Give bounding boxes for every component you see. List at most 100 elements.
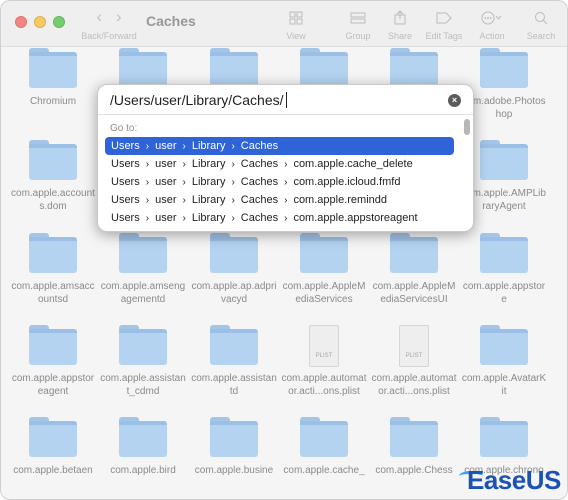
path-input[interactable] (110, 90, 440, 110)
action-label: Action (479, 31, 505, 41)
path-separator-icon: › (182, 159, 186, 170)
path-separator-icon: › (182, 141, 186, 152)
suggestion-item[interactable]: Users › user › Library › Caches › com.apple.apps… (105, 209, 454, 227)
suggestion-item[interactable]: Users › user › Library › Caches (105, 137, 454, 155)
toolbar: ‹ › Back/Forward Caches View Group Share (1, 1, 567, 47)
back-forward-label: Back/Forward (81, 31, 137, 41)
file-item[interactable]: com.apple.accounts.dom (10, 140, 96, 213)
scroll-thumb[interactable] (464, 119, 470, 135)
file-name: com.apple.appstoreagent (11, 373, 95, 397)
path-segment: Caches (240, 140, 279, 152)
file-item[interactable]: com.apple.amsengagementd (100, 233, 186, 306)
suggestion-item[interactable]: Users › user › Library › Caches › com.apple.cach… (105, 155, 454, 173)
path-separator-icon: › (182, 177, 186, 188)
file-item[interactable]: com.apple.AvatarKit (461, 325, 547, 398)
file-item[interactable]: Chromium (10, 48, 96, 108)
group-icon (343, 7, 373, 27)
suggestion-item[interactable]: Users › user › Library › Caches › com.apple.iclo… (105, 173, 454, 191)
folder-icon (390, 417, 438, 459)
path-segment: Library (191, 212, 226, 224)
folder-icon (29, 417, 77, 459)
edit-tags-button[interactable]: Edit Tags (423, 7, 465, 41)
path-segment: Users (111, 158, 140, 170)
path-separator-icon: › (284, 195, 288, 206)
share-label: Share (387, 31, 413, 41)
more-options-icon (475, 7, 509, 27)
folder-icon (300, 233, 348, 275)
path-separator-icon: › (231, 195, 235, 206)
share-button[interactable]: Share (385, 7, 415, 41)
file-item[interactable]: com.apple.betaen (10, 417, 96, 477)
path-separator-icon: › (182, 195, 186, 206)
folder-icon (210, 233, 258, 275)
clear-path-button[interactable]: × (448, 94, 461, 107)
path-segment: user (155, 176, 177, 188)
path-segment: Users (111, 140, 140, 152)
window-title: Caches (146, 13, 196, 29)
group-label: Group (345, 31, 371, 41)
folder-icon (210, 417, 258, 459)
file-item[interactable]: com.apple.assistantd (191, 325, 277, 398)
file-name: com.apple.assistantd (191, 373, 277, 397)
file-name: com.apple.Chess (375, 465, 453, 476)
file-item[interactable]: PLIST com.apple.automator.acti...ons.plis… (371, 325, 457, 398)
action-button[interactable]: Action (475, 7, 509, 41)
file-name: com.apple.betaen (13, 465, 93, 476)
file-item[interactable]: com.apple.Chess (371, 417, 457, 477)
file-name: com.apple.AppleMediaServices (282, 281, 366, 305)
folder-icon (480, 233, 528, 275)
path-segment: Library (191, 194, 226, 206)
file-item[interactable]: com.apple.appstore (461, 233, 547, 306)
file-name: com.apple.appstore (462, 281, 546, 305)
path-segment: Users (111, 212, 140, 224)
path-separator-icon: › (145, 195, 150, 206)
path-segment: Caches (240, 176, 279, 188)
suggestion-scrollbar[interactable] (464, 117, 470, 229)
search-button[interactable]: Search (523, 7, 559, 41)
file-item[interactable]: com.apple.busine (191, 417, 277, 477)
folder-icon (119, 325, 167, 367)
view-button[interactable]: View (282, 7, 310, 41)
path-separator-icon: › (145, 177, 150, 188)
file-name: com.apple.assistant_cdmd (100, 373, 186, 397)
file-name: com.apple.bird (110, 465, 176, 476)
zoom-window-button[interactable] (53, 16, 65, 28)
close-window-button[interactable] (15, 16, 27, 28)
file-item[interactable]: com.apple.bird (100, 417, 186, 477)
forward-arrow-icon[interactable]: › (116, 7, 122, 27)
file-name: com.apple.automator.acti...ons.plist (371, 373, 457, 397)
path-segment: Caches (240, 194, 279, 206)
path-segment: Users (111, 176, 140, 188)
file-item[interactable]: PLIST com.apple.automator.acti...ons.plis… (281, 325, 367, 398)
group-button[interactable]: Group (343, 7, 373, 41)
folder-icon (29, 325, 77, 367)
file-item[interactable]: com.apple.AppleMediaServices (281, 233, 367, 306)
path-segment: user (155, 194, 177, 206)
path-segment: Caches (240, 212, 279, 224)
file-item[interactable]: com.apple.appstoreagent (10, 325, 96, 398)
file-name: com.apple.busine (194, 465, 274, 476)
minimize-window-button[interactable] (34, 16, 46, 28)
file-item[interactable]: com.apple.amsaccountsd (10, 233, 96, 306)
back-arrow-icon[interactable]: ‹ (96, 7, 102, 27)
suggestion-item[interactable]: Users › user › Library › Caches › com.apple.remi… (105, 191, 454, 209)
back-forward-control: ‹ › Back/Forward (77, 7, 141, 41)
file-item[interactable]: com.apple.ap.adprivacyd (191, 233, 277, 306)
file-name: com.apple.AppleMediaServicesUI (372, 281, 456, 305)
file-name: com.apple.automator.acti...ons.plist (281, 373, 367, 397)
go-to-folder-panel: × Go to: Users › user › Library › Caches Users ›… (97, 84, 474, 232)
plist-badge: PLIST (315, 353, 333, 359)
path-separator-icon: › (231, 177, 235, 188)
file-item[interactable]: com.apple.assistant_cdmd (100, 325, 186, 398)
folder-icon (119, 233, 167, 275)
file-item[interactable]: com.apple.cache_ (281, 417, 367, 477)
path-separator-icon: › (145, 141, 150, 152)
search-label: Search (526, 31, 556, 41)
folder-icon (390, 233, 438, 275)
edit-tags-label: Edit Tags (425, 31, 463, 41)
folder-icon (300, 417, 348, 459)
folder-icon (29, 48, 77, 90)
file-item[interactable]: com.apple.AppleMediaServicesUI (371, 233, 457, 306)
path-separator-icon: › (145, 213, 150, 224)
logo-text: EaseUS (467, 465, 561, 495)
